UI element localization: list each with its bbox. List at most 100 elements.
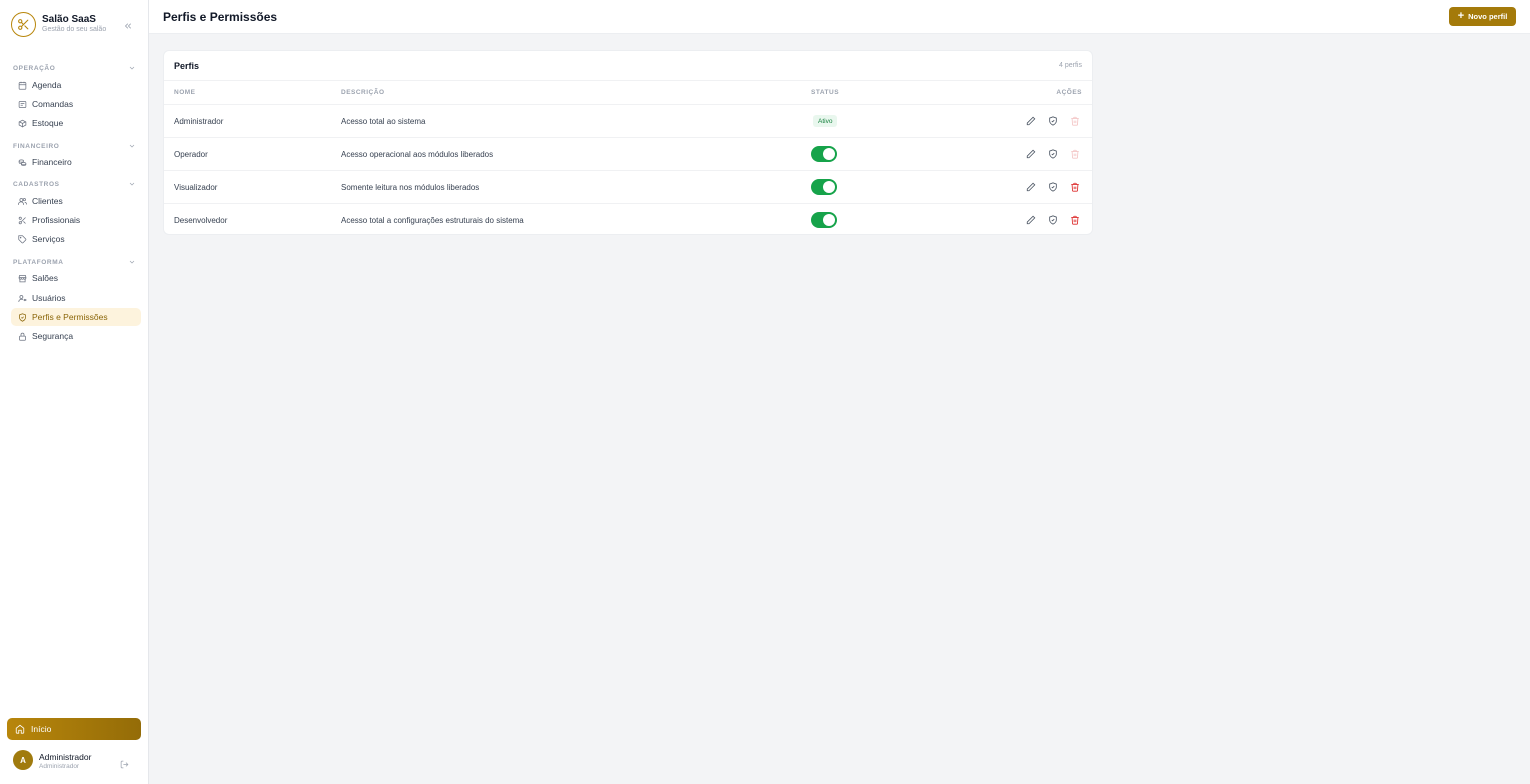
edit-icon[interactable] <box>1025 214 1037 226</box>
section-financeiro[interactable]: FINANCEIRO <box>13 141 136 151</box>
section-cadastros[interactable]: CADASTROS <box>13 179 136 189</box>
profile-description: Acesso total ao sistema <box>341 117 426 126</box>
sidebar-item-servicos[interactable]: Serviços <box>11 230 141 248</box>
section-label: FINANCEIRO <box>13 142 60 150</box>
user-role: Administrador <box>39 763 80 770</box>
delete-icon-disabled <box>1069 148 1081 160</box>
section-plataforma[interactable]: PLATAFORMA <box>13 257 136 267</box>
column-header-description: DESCRIÇÃO <box>341 89 385 96</box>
table-row: Administrador Acesso total ao sistema At… <box>164 104 1092 137</box>
plus-icon: + <box>1457 10 1465 22</box>
permissions-shield-icon[interactable] <box>1047 181 1059 193</box>
sidebar-item-label: Comandas <box>32 99 74 109</box>
delete-icon[interactable] <box>1069 181 1081 193</box>
status-toggle[interactable] <box>811 146 837 162</box>
tag-icon <box>18 234 27 244</box>
section-operacao[interactable]: OPERAÇÃO <box>13 63 136 73</box>
sidebar-item-label: Serviços <box>32 234 65 244</box>
table-row: Desenvolvedor Acesso total a configuraçõ… <box>164 203 1092 236</box>
sidebar-item-usuarios[interactable]: Usuários <box>11 289 141 307</box>
box-icon <box>18 119 27 128</box>
chevron-down-icon <box>129 260 135 264</box>
chevron-down-icon <box>129 66 135 70</box>
collapse-sidebar-icon[interactable] <box>123 18 135 30</box>
column-header-status: STATUS <box>811 89 840 96</box>
home-label: Início <box>31 724 52 734</box>
delete-icon[interactable] <box>1069 214 1081 226</box>
users-icon <box>18 197 27 206</box>
profile-description: Acesso operacional aos módulos liberados <box>341 150 494 159</box>
calendar-icon <box>18 81 27 90</box>
home-icon <box>15 724 25 734</box>
column-header-actions: AÇÕES <box>1056 89 1082 96</box>
sidebar-item-label: Perfis e Permissões <box>32 312 108 322</box>
brand-subtitle: Gestão do seu salão <box>42 26 107 33</box>
sidebar-item-label: Estoque <box>32 118 64 128</box>
coins-icon <box>18 158 27 167</box>
profiles-count: 4 perfis <box>1059 62 1082 69</box>
edit-icon[interactable] <box>1025 115 1037 127</box>
sidebar: Salão SaaS Gestão do seu salão OPERAÇÃO … <box>0 0 149 784</box>
brand-name: Salão SaaS <box>42 14 96 25</box>
sidebar-item-profissionais[interactable]: Profissionais <box>11 211 141 229</box>
card-title: Perfis <box>174 61 200 71</box>
delete-icon-disabled <box>1069 115 1081 127</box>
sidebar-item-label: Salões <box>32 273 58 283</box>
user-name: Administrador <box>39 752 92 762</box>
profile-name: Visualizador <box>174 183 218 192</box>
profile-name: Operador <box>174 150 208 159</box>
user-key-icon <box>18 294 27 303</box>
sidebar-item-label: Agenda <box>32 80 62 90</box>
sidebar-item-label: Financeiro <box>32 157 72 167</box>
receipt-icon <box>18 100 27 109</box>
profiles-table-body: Administrador Acesso total ao sistema At… <box>164 104 1092 236</box>
profile-description: Somente leitura nos módulos liberados <box>341 183 480 192</box>
sidebar-item-financeiro[interactable]: Financeiro <box>11 153 141 171</box>
permissions-shield-icon[interactable] <box>1047 214 1059 226</box>
column-header-name: NOME <box>174 89 196 96</box>
sidebar-item-saloes[interactable]: Salões <box>11 269 141 287</box>
user-profile: A Administrador Administrador <box>13 750 141 772</box>
table-row: Visualizador Somente leitura nos módulos… <box>164 170 1092 203</box>
avatar: A <box>13 750 33 770</box>
profiles-card: Perfis 4 perfis NOME DESCRIÇÃO STATUS AÇ… <box>163 50 1093 235</box>
sidebar-item-agenda[interactable]: Agenda <box>11 76 141 94</box>
section-label: OPERAÇÃO <box>13 64 56 72</box>
sidebar-item-seguranca[interactable]: Segurança <box>11 327 141 345</box>
edit-icon[interactable] <box>1025 148 1037 160</box>
toggle-knob <box>823 148 835 160</box>
store-icon <box>18 274 27 283</box>
permissions-shield-icon[interactable] <box>1047 148 1059 160</box>
chevron-down-icon <box>129 182 135 186</box>
profile-name: Administrador <box>174 117 224 126</box>
profile-name: Desenvolvedor <box>174 216 228 225</box>
divider <box>164 80 1092 81</box>
sidebar-item-comandas[interactable]: Comandas <box>11 95 141 113</box>
section-label: CADASTROS <box>13 180 60 188</box>
status-toggle[interactable] <box>811 179 837 195</box>
chevron-down-icon <box>129 144 135 148</box>
sidebar-item-estoque[interactable]: Estoque <box>11 114 141 132</box>
logout-icon[interactable] <box>120 756 129 769</box>
profile-description: Acesso total a configurações estruturais… <box>341 216 524 225</box>
permissions-shield-icon[interactable] <box>1047 115 1059 127</box>
status-badge: Ativo <box>813 115 838 127</box>
status-toggle[interactable] <box>811 212 837 228</box>
scissors-logo-icon <box>11 12 36 37</box>
scissors-icon <box>18 216 27 225</box>
edit-icon[interactable] <box>1025 181 1037 193</box>
home-button[interactable]: Início <box>7 718 141 740</box>
sidebar-item-label: Usuários <box>32 293 66 303</box>
sidebar-item-clientes[interactable]: Clientes <box>11 192 141 210</box>
sidebar-item-label: Clientes <box>32 196 63 206</box>
toggle-knob <box>823 181 835 193</box>
sidebar-item-label: Profissionais <box>32 215 81 225</box>
table-row: Operador Acesso operacional aos módulos … <box>164 137 1092 170</box>
section-label: PLATAFORMA <box>13 258 64 266</box>
topbar: Perfis e Permissões + Novo perfil <box>149 0 1530 34</box>
lock-icon <box>18 332 27 341</box>
page-title: Perfis e Permissões <box>163 10 278 24</box>
brand: Salão SaaS Gestão do seu salão <box>11 12 141 38</box>
sidebar-item-perfis-permissoes[interactable]: Perfis e Permissões <box>11 308 141 326</box>
new-profile-button[interactable]: + Novo perfil <box>1449 7 1516 26</box>
